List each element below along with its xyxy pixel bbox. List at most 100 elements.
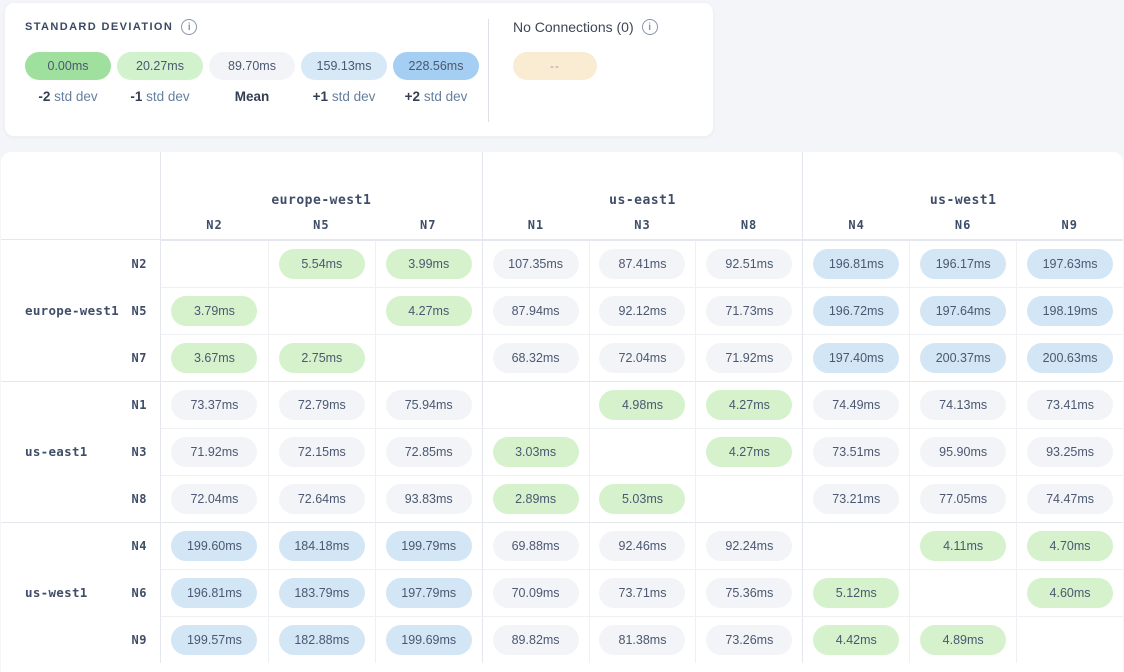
latency-value-pill[interactable]: 70.09ms <box>493 578 579 608</box>
latency-value-pill[interactable]: 183.79ms <box>279 578 365 608</box>
latency-value-pill[interactable]: 4.27ms <box>706 390 792 420</box>
legend-pill: 89.70ms <box>209 52 295 80</box>
latency-value-pill[interactable]: 93.25ms <box>1027 437 1113 467</box>
latency-value-pill[interactable]: 71.73ms <box>706 296 792 326</box>
latency-value-pill[interactable]: 92.12ms <box>599 296 685 326</box>
latency-cell: 3.79ms <box>161 287 268 334</box>
latency-value-pill[interactable]: 77.05ms <box>920 484 1006 514</box>
latency-value-pill[interactable]: 196.72ms <box>813 296 899 326</box>
latency-value-pill[interactable]: 198.19ms <box>1027 296 1113 326</box>
latency-value-pill[interactable]: 68.32ms <box>493 343 579 373</box>
latency-value-pill[interactable]: 2.75ms <box>279 343 365 373</box>
latency-cell: 73.71ms <box>589 569 696 616</box>
latency-value-pill[interactable]: 197.79ms <box>386 578 472 608</box>
latency-value-pill[interactable]: 4.89ms <box>920 625 1006 655</box>
latency-value-pill[interactable]: 3.03ms <box>493 437 579 467</box>
column-region-header: us-east1 <box>482 152 803 210</box>
info-icon[interactable] <box>181 19 197 35</box>
latency-cell: 197.40ms <box>802 334 909 381</box>
latency-value-pill[interactable]: 4.98ms <box>599 390 685 420</box>
latency-value-pill[interactable]: 71.92ms <box>706 343 792 373</box>
latency-cell: 198.19ms <box>1016 287 1123 334</box>
latency-value-pill[interactable]: 5.12ms <box>813 578 899 608</box>
latency-value-pill[interactable]: 200.63ms <box>1027 343 1113 373</box>
latency-value-pill[interactable]: 199.69ms <box>386 625 472 655</box>
latency-value-pill[interactable]: 69.88ms <box>493 531 579 561</box>
row-label-cell: N4 <box>1 522 161 569</box>
latency-value-pill[interactable]: 92.24ms <box>706 531 792 561</box>
latency-cell: 184.18ms <box>268 522 375 569</box>
latency-value-pill[interactable]: 73.71ms <box>599 578 685 608</box>
latency-value-pill[interactable]: 72.79ms <box>279 390 365 420</box>
latency-value-pill[interactable]: 72.15ms <box>279 437 365 467</box>
latency-value-pill[interactable]: 92.51ms <box>706 249 792 279</box>
latency-value-pill[interactable]: 4.27ms <box>706 437 792 467</box>
latency-value-pill[interactable]: 73.37ms <box>171 390 257 420</box>
latency-value-pill[interactable]: 92.46ms <box>599 531 685 561</box>
latency-value-pill[interactable]: 197.63ms <box>1027 249 1113 279</box>
latency-value-pill[interactable]: 3.67ms <box>171 343 257 373</box>
latency-value-pill[interactable]: 89.82ms <box>493 625 579 655</box>
latency-cell: 70.09ms <box>482 569 589 616</box>
latency-value-pill[interactable]: 200.37ms <box>920 343 1006 373</box>
latency-value-pill[interactable]: 72.85ms <box>386 437 472 467</box>
latency-value-pill[interactable]: 74.47ms <box>1027 484 1113 514</box>
latency-value-pill[interactable]: 74.13ms <box>920 390 1006 420</box>
latency-value-pill[interactable]: 196.17ms <box>920 249 1006 279</box>
latency-value-pill[interactable]: 73.26ms <box>706 625 792 655</box>
latency-value-pill[interactable]: 4.42ms <box>813 625 899 655</box>
latency-value-pill[interactable]: 107.35ms <box>493 249 579 279</box>
info-icon[interactable] <box>642 19 658 35</box>
latency-cell: 199.69ms <box>375 616 482 663</box>
row-node-label: N5 <box>132 304 147 318</box>
latency-cell: 200.37ms <box>909 334 1016 381</box>
latency-value-pill[interactable]: 5.03ms <box>599 484 685 514</box>
latency-cell: 73.41ms <box>1016 381 1123 428</box>
latency-value-pill[interactable]: 81.38ms <box>599 625 685 655</box>
latency-value-pill[interactable]: 74.49ms <box>813 390 899 420</box>
latency-cell: 199.79ms <box>375 522 482 569</box>
latency-value-pill[interactable]: 199.57ms <box>171 625 257 655</box>
latency-value-pill[interactable]: 72.64ms <box>279 484 365 514</box>
latency-cell: 196.81ms <box>802 240 909 287</box>
latency-value-pill[interactable]: 75.94ms <box>386 390 472 420</box>
latency-value-pill[interactable]: 196.81ms <box>813 249 899 279</box>
legend-pill-label: -1 std dev <box>117 89 203 104</box>
latency-value-pill[interactable]: 73.51ms <box>813 437 899 467</box>
latency-cell: 183.79ms <box>268 569 375 616</box>
latency-cell: 71.92ms <box>695 334 802 381</box>
latency-value-pill[interactable]: 75.36ms <box>706 578 792 608</box>
latency-value-pill[interactable]: 73.41ms <box>1027 390 1113 420</box>
latency-cell: 2.75ms <box>268 334 375 381</box>
latency-value-pill[interactable]: 4.11ms <box>920 531 1006 561</box>
latency-value-pill[interactable]: 182.88ms <box>279 625 365 655</box>
latency-value-pill[interactable]: 93.83ms <box>386 484 472 514</box>
latency-value-pill[interactable]: 95.90ms <box>920 437 1006 467</box>
latency-value-pill[interactable]: 72.04ms <box>599 343 685 373</box>
latency-value-pill[interactable]: 2.89ms <box>493 484 579 514</box>
row-label-cell: us-east1N3 <box>1 428 161 475</box>
latency-value-pill[interactable]: 73.21ms <box>813 484 899 514</box>
latency-value-pill[interactable]: 72.04ms <box>171 484 257 514</box>
latency-matrix: europe-west1N2N5N7us-east1N1N3N8us-west1… <box>1 152 1123 663</box>
latency-value-pill[interactable]: 197.40ms <box>813 343 899 373</box>
latency-cell: 92.12ms <box>589 287 696 334</box>
latency-value-pill[interactable]: 4.27ms <box>386 296 472 326</box>
latency-value-pill[interactable]: 4.70ms <box>1027 531 1113 561</box>
latency-value-pill[interactable]: 199.60ms <box>171 531 257 561</box>
latency-value-pill[interactable]: 3.99ms <box>386 249 472 279</box>
latency-value-pill[interactable]: 87.94ms <box>493 296 579 326</box>
latency-value-pill[interactable]: 3.79ms <box>171 296 257 326</box>
latency-value-pill[interactable]: 184.18ms <box>279 531 365 561</box>
latency-value-pill[interactable]: 87.41ms <box>599 249 685 279</box>
latency-value-pill[interactable]: 4.60ms <box>1027 578 1113 608</box>
latency-cell: 197.79ms <box>375 569 482 616</box>
latency-cell: 4.11ms <box>909 522 1016 569</box>
latency-value-pill[interactable]: 199.79ms <box>386 531 472 561</box>
latency-value-pill[interactable]: 197.64ms <box>920 296 1006 326</box>
latency-value-pill[interactable]: 196.81ms <box>171 578 257 608</box>
latency-cell: 72.15ms <box>268 428 375 475</box>
latency-cell: 4.27ms <box>695 381 802 428</box>
latency-value-pill[interactable]: 71.92ms <box>171 437 257 467</box>
latency-value-pill[interactable]: 5.54ms <box>279 249 365 279</box>
